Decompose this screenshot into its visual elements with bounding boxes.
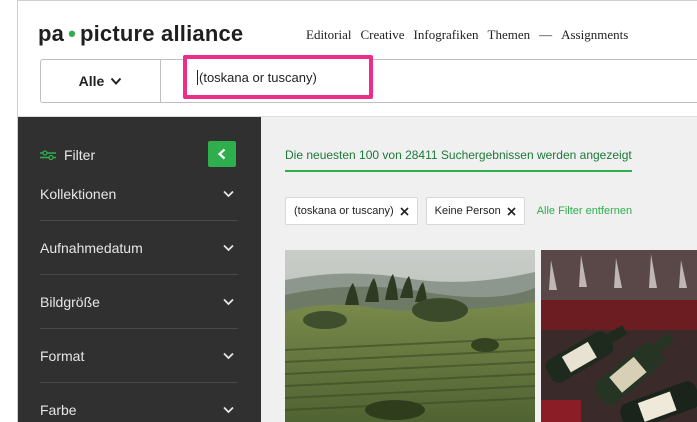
collapse-sidebar-button[interactable]	[208, 141, 236, 167]
facet-label: Aufnahmedatum	[40, 239, 143, 256]
facet-format[interactable]: Format	[40, 329, 238, 383]
sliders-icon	[40, 150, 56, 160]
chevron-down-icon	[223, 298, 234, 305]
wine-bottles-photo	[541, 250, 697, 422]
facet-label: Bildgröße	[40, 293, 100, 310]
search-input[interactable]: (toskana or tuscany)	[183, 55, 373, 99]
filter-chip-label: (toskana or tuscany)	[294, 205, 394, 217]
filter-chip-person: Keine Person	[425, 197, 525, 225]
nav-assignments[interactable]: Assignments	[561, 27, 628, 43]
logo-pa: pa	[38, 21, 65, 46]
chevron-left-icon	[217, 148, 226, 160]
main-navigation: Editorial Creative Infografiken Themen —…	[306, 27, 628, 43]
text-cursor	[197, 69, 198, 85]
filter-header: Filter	[40, 147, 95, 163]
chevron-down-icon	[223, 190, 234, 197]
site-header: pa • picture alliance Editorial Creative I…	[18, 1, 697, 117]
clear-all-filters-link[interactable]: Alle Filter entfernen	[537, 205, 632, 217]
result-thumbnail-wine-bottles[interactable]	[541, 250, 697, 422]
result-thumbnail-landscape[interactable]	[285, 250, 535, 422]
filter-label: Filter	[64, 147, 96, 163]
facet-aufnahmedatum[interactable]: Aufnahmedatum	[40, 221, 238, 275]
nav-creative[interactable]: Creative	[361, 27, 405, 43]
filter-chip-label: Keine Person	[434, 205, 501, 217]
logo-dot: •	[68, 21, 76, 46]
nav-separator: —	[539, 27, 553, 42]
results-area: Die neuesten 100 von 28411 Suchergebniss…	[261, 117, 697, 422]
site-logo[interactable]: pa • picture alliance	[38, 21, 243, 47]
chevron-down-icon	[223, 406, 234, 414]
facet-label: Format	[40, 347, 85, 364]
search-query-text: (toskana or tuscany)	[199, 69, 317, 85]
results-summary: Die neuesten 100 von 28411 Suchergebniss…	[285, 148, 632, 172]
nav-themen[interactable]: Themen	[488, 27, 531, 43]
nav-editorial[interactable]: Editorial	[306, 27, 352, 43]
filter-chip-query: (toskana or tuscany)	[285, 197, 418, 225]
facet-label: Kollektionen	[40, 185, 117, 202]
facet-kollektionen[interactable]: Kollektionen	[40, 167, 238, 221]
close-icon[interactable]	[400, 206, 409, 216]
filter-sidebar: Filter Kollektionen Aufnahmedatum Bildgr…	[18, 117, 261, 422]
search-bar: Alle (toskana or tuscany)	[40, 55, 697, 103]
nav-infografiken[interactable]: Infografiken	[414, 27, 479, 43]
chevron-down-icon	[223, 352, 234, 359]
landscape-photo	[285, 250, 535, 422]
browser-viewport: pa • picture alliance Editorial Creative I…	[17, 0, 697, 422]
search-scope-dropdown[interactable]: Alle	[41, 60, 161, 102]
facet-farbe[interactable]: Farbe	[40, 383, 238, 422]
active-filters: (toskana or tuscany) Keine Person Alle F…	[285, 197, 632, 225]
facet-label: Farbe	[40, 402, 77, 418]
logo-picture-alliance: picture alliance	[79, 21, 244, 46]
search-scope-label: Alle	[78, 73, 105, 89]
close-icon[interactable]	[507, 206, 516, 216]
chevron-down-icon	[111, 77, 122, 85]
facet-bildgroesse[interactable]: Bildgröße	[40, 275, 238, 329]
chevron-down-icon	[223, 244, 234, 251]
